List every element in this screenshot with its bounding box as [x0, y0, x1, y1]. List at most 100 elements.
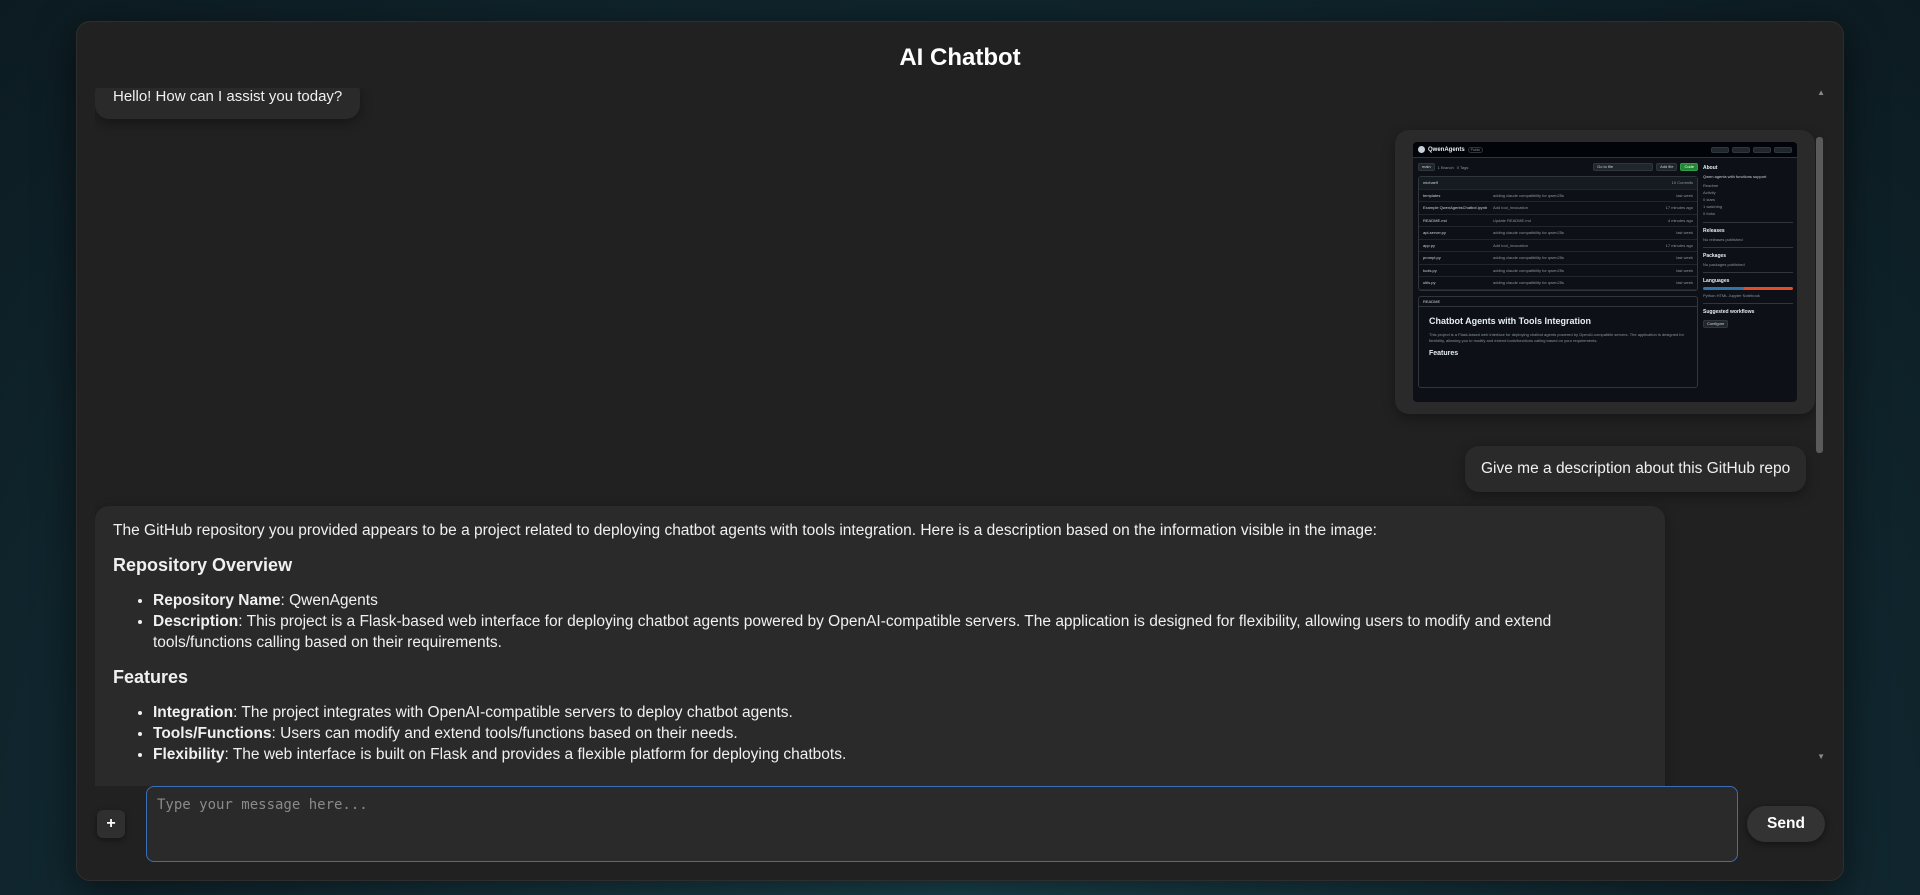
language-item: HTML: [1716, 293, 1728, 298]
user-image-message: QwenAgents Public main 1 Branch 0 Tags G…: [1395, 130, 1815, 414]
screenshot-header: QwenAgents Public: [1413, 142, 1797, 158]
file-age: 17 minutes ago: [1665, 242, 1693, 248]
language-item: Jupyter Notebook: [1728, 293, 1760, 298]
screenshot-file-row: app.py Add tool_invocation 17 minutes ago: [1419, 240, 1697, 252]
file-commit: adding claude compatibility for qwen25s: [1493, 267, 1564, 273]
screenshot-about-text: Qwen agents with functions support: [1703, 174, 1767, 179]
screenshot-releases-text: No releases published: [1703, 237, 1743, 242]
file-name: prompt.py: [1423, 255, 1441, 261]
screenshot-commit-row: michaelf 10 Commits: [1419, 177, 1697, 190]
file-name: utils.py: [1423, 280, 1436, 286]
screenshot-about-heading: About: [1703, 165, 1718, 171]
screenshot-file-row: api-server.py adding claude compatibility…: [1419, 227, 1697, 240]
screenshot-branches: 1 Branch: [1437, 164, 1454, 170]
response-overview-list: Repository Name: QwenAgents Description:…: [153, 590, 1647, 653]
screenshot-readme: README Chatbot Agents with Tools Integra…: [1418, 295, 1698, 388]
screenshot-branch: main: [1418, 163, 1435, 171]
screenshot-action: [1753, 146, 1771, 153]
screenshot-commit-author: michaelf: [1423, 180, 1438, 186]
screenshot-about-link: Readme: [1703, 183, 1719, 188]
screenshot-file-row: prompt.py adding claude compatibility for…: [1419, 252, 1697, 265]
message-text: Give me a description about this GitHub …: [1481, 460, 1791, 477]
screenshot-configure: Configure: [1703, 320, 1729, 328]
screenshot-commits: 10 Commits: [1671, 180, 1693, 186]
file-commit: adding claude compatibility for qwen25s: [1493, 255, 1564, 261]
file-commit: adding claude compatibility for qwen25s: [1493, 192, 1564, 198]
list-item: Tools/Functions: Users can modify and ex…: [153, 723, 1647, 744]
list-item-term: Integration: [153, 704, 234, 721]
screenshot-file-row: README.md Update README.md 4 minutes ago: [1419, 215, 1697, 227]
screenshot-main: main 1 Branch 0 Tags Go to file Add file…: [1418, 162, 1698, 388]
screenshot-readme-tab: README: [1419, 297, 1697, 307]
list-item-term: Flexibility: [153, 746, 225, 763]
list-item-text: : The web interface is built on Flask an…: [224, 746, 847, 763]
file-commit: adding claude compatibility for qwen25s: [1493, 230, 1564, 236]
file-commit: Add tool_invocation: [1493, 242, 1528, 248]
file-age: last week: [1676, 255, 1693, 261]
screenshot-readme-title: Chatbot Agents with Tools Integration: [1429, 315, 1591, 326]
screenshot-file-row: utils.py adding claude compatibility for …: [1419, 277, 1697, 290]
screenshot-packages-heading: Packages: [1703, 253, 1727, 259]
language-item: Python: [1703, 293, 1716, 298]
screenshot-about-link: 0 stars: [1703, 197, 1716, 202]
list-item: Description: This project is a Flask-bas…: [153, 611, 1647, 653]
screenshot-code: Code: [1680, 163, 1698, 171]
screenshot-readme-text: This project is a Flask-based web interf…: [1429, 331, 1684, 343]
response-intro: The GitHub repository you provided appea…: [113, 522, 1377, 539]
screenshot-toolbar: main 1 Branch 0 Tags Go to file Add file…: [1418, 162, 1698, 172]
screenshot-visibility: Public: [1467, 146, 1484, 153]
screenshot-file-row: tools.py adding claude compatibility for …: [1419, 265, 1697, 277]
send-button[interactable]: Send: [1747, 806, 1825, 842]
screenshot-releases-heading: Releases: [1703, 228, 1725, 234]
file-commit: Update README.md: [1493, 217, 1531, 223]
github-repo-screenshot: QwenAgents Public main 1 Branch 0 Tags G…: [1413, 142, 1797, 402]
message-input[interactable]: [146, 786, 1738, 862]
page-title: AI Chatbot: [899, 44, 1021, 71]
response-heading-features: Features: [113, 667, 189, 687]
file-name: README.md: [1423, 217, 1447, 223]
screenshot-languages: Python HTML Jupyter Notebook: [1703, 293, 1793, 298]
file-name: tools.py: [1423, 267, 1437, 273]
repo-avatar-icon: [1418, 146, 1425, 153]
list-item-term: Tools/Functions: [153, 725, 272, 742]
list-item-text: : QwenAgents: [280, 592, 378, 609]
scroll-down-arrow-icon[interactable]: ▼: [1817, 752, 1825, 761]
message-list[interactable]: Hello! How can I assist you today? QwenA…: [95, 88, 1833, 786]
screenshot-action: [1732, 146, 1750, 153]
screenshot-repo-name: QwenAgents: [1428, 146, 1465, 153]
list-item-text: : Users can modify and extend tools/func…: [271, 725, 738, 742]
list-item-text: : This project is a Flask-based web inte…: [153, 613, 1552, 651]
screenshot-packages-text: No packages published: [1703, 262, 1745, 267]
file-age: 4 minutes ago: [1667, 217, 1693, 223]
bot-message-response: The GitHub repository you provided appea…: [95, 506, 1665, 786]
file-age: last week: [1676, 192, 1693, 198]
screenshot-about-link: 0 forks: [1703, 211, 1716, 216]
scrollbar-thumb[interactable]: [1816, 137, 1823, 453]
file-age: last week: [1676, 230, 1693, 236]
list-item: Flexibility: The web interface is built …: [153, 744, 1647, 765]
screenshot-sidebar: About Qwen agents with functions support…: [1703, 162, 1793, 328]
user-message: Give me a description about this GitHub …: [1465, 446, 1807, 492]
bot-message-greeting: Hello! How can I assist you today?: [95, 88, 361, 119]
file-name: app.py: [1423, 242, 1436, 248]
screenshot-action: [1711, 146, 1729, 153]
screenshot-file-list: michaelf 10 Commits templates adding clau…: [1418, 176, 1698, 291]
message-text: Hello! How can I assist you today?: [113, 88, 343, 105]
response-heading-overview: Repository Overview: [113, 555, 293, 575]
response-features-list: Integration: The project integrates with…: [153, 702, 1647, 765]
file-name: Example QwenAgentsChatbot.ipynb: [1423, 205, 1488, 211]
screenshot-file-row: templates adding claude compatibility for…: [1419, 190, 1697, 202]
scroll-up-arrow-icon[interactable]: ▲: [1817, 88, 1825, 97]
screenshot-file-row: Example QwenAgentsChatbot.ipynb Add tool_…: [1419, 202, 1697, 215]
add-attachment-button[interactable]: +: [97, 810, 125, 838]
file-commit: Add tool_invocation: [1493, 205, 1528, 211]
screenshot-workflows-heading: Suggested workflows: [1703, 309, 1755, 315]
screenshot-add-file: Add file: [1656, 163, 1678, 171]
screenshot-actions: [1711, 146, 1792, 153]
list-item: Integration: The project integrates with…: [153, 702, 1647, 723]
file-name: templates: [1423, 192, 1441, 198]
screenshot-readme-features: Features: [1429, 349, 1459, 357]
chat-window: AI Chatbot Hello! How can I assist you t…: [76, 21, 1844, 881]
list-item-text: : The project integrates with OpenAI-com…: [233, 704, 793, 721]
list-item: Repository Name: QwenAgents: [153, 590, 1647, 611]
